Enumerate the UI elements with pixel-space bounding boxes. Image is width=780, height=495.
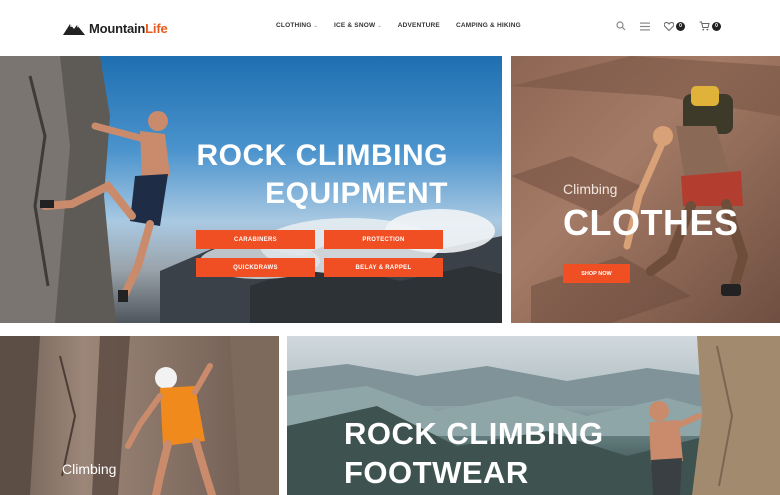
equipment-heading-line2: EQUIPMENT (265, 177, 448, 210)
protection-button[interactable]: PROTECTION (324, 230, 443, 249)
equipment-heading: ROCK CLIMBING EQUIPMENT (197, 137, 448, 213)
header-tools: 0 0 (616, 21, 735, 31)
site-header: MountainLife CLOTHING ⌄ ICE & SNOW ⌄ ADV… (0, 0, 780, 56)
brand-name: MountainLife (89, 20, 168, 36)
banner-clothes[interactable]: Climbing CLOTHES SHOP NOW (511, 56, 780, 323)
brand-name-part1: Mountain (89, 20, 146, 36)
footwear-heading-line2: FOOTWEAR (344, 455, 529, 490)
nav-item-label: CAMPING & HIKING (455, 22, 521, 29)
banner-footwear[interactable]: ROCK CLIMBING FOOTWEAR (287, 336, 780, 495)
equipment-heading-line1: ROCK CLIMBING (196, 139, 448, 172)
banner-climbing[interactable]: Climbing (0, 336, 279, 495)
nav-item-ice-snow[interactable]: ICE & SNOW ⌄ (334, 22, 382, 29)
brand-name-part2: Life (145, 20, 168, 36)
chevron-down-icon: ⌄ (377, 22, 382, 29)
menu-button[interactable] (640, 22, 650, 31)
wishlist-button[interactable]: 0 (664, 21, 685, 31)
wishlist-count-badge: 0 (676, 21, 685, 31)
banner-equipment[interactable]: ROCK CLIMBING EQUIPMENT CARABINERS PROTE… (0, 56, 502, 323)
equipment-category-buttons: CARABINERS PROTECTION QUICKDRAWS BELAY &… (196, 230, 443, 277)
nav-item-adventure[interactable]: ADVENTURE (398, 22, 440, 29)
carabiners-button[interactable]: CARABINERS (196, 230, 315, 249)
clothes-subtitle: Climbing (563, 181, 618, 197)
nav-item-label: ICE & SNOW (333, 22, 376, 29)
quickdraws-button[interactable]: QUICKDRAWS (196, 258, 315, 277)
cart-button[interactable]: 0 (699, 21, 721, 31)
heart-icon (664, 21, 674, 31)
climbing-subtitle: Climbing (62, 461, 117, 477)
menu-icon (640, 22, 650, 30)
mountain-logo-icon (63, 24, 85, 35)
nav-item-camping-hiking[interactable]: CAMPING & HIKING (456, 22, 521, 29)
clothes-heading: CLOTHES (563, 202, 739, 243)
shop-now-button[interactable]: SHOP NOW (563, 264, 630, 283)
belay-rappel-button[interactable]: BELAY & RAPPEL (324, 258, 443, 277)
search-button[interactable] (616, 21, 626, 31)
footwear-heading: ROCK CLIMBING FOOTWEAR (344, 414, 604, 492)
chevron-down-icon: ⌄ (313, 22, 318, 29)
cart-icon (699, 21, 710, 31)
logo[interactable]: MountainLife (63, 19, 168, 37)
cart-count-badge: 0 (712, 21, 721, 31)
footwear-heading-line1: ROCK CLIMBING (344, 416, 604, 451)
nav-item-clothing[interactable]: CLOTHING ⌄ (276, 22, 318, 29)
search-icon (616, 21, 626, 31)
rock-wall-illustration (0, 336, 279, 495)
nav-item-label: ADVENTURE (397, 22, 440, 29)
main-nav: CLOTHING ⌄ ICE & SNOW ⌄ ADVENTURE CAMPIN… (276, 22, 521, 29)
climber-rock-illustration (511, 56, 780, 323)
nav-item-label: CLOTHING (276, 22, 312, 29)
